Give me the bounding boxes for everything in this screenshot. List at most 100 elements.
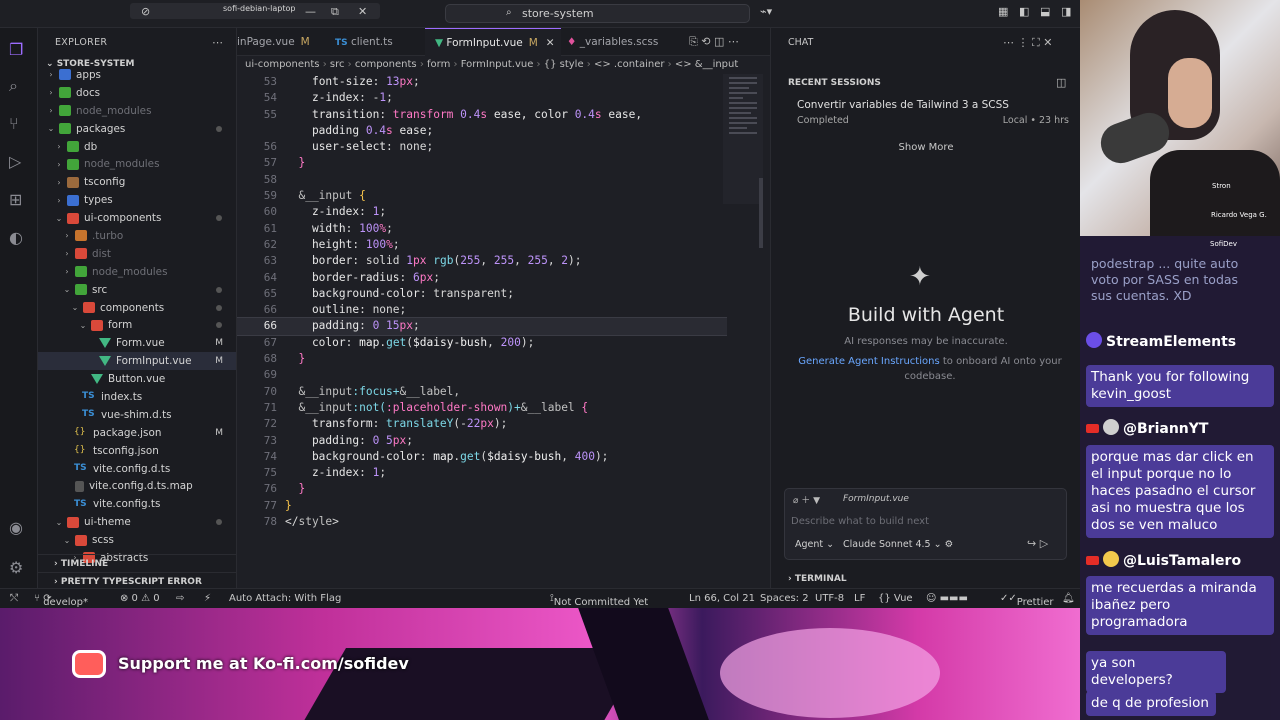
code-line[interactable]: 78 </style> [237, 514, 727, 528]
breadcrumb-item[interactable]: ui-components [245, 59, 320, 70]
search-icon[interactable]: ⌕ [9, 76, 18, 96]
tree-item[interactable]: TS vite.config.d.ts [38, 460, 236, 478]
tree-item[interactable]: ⌄ packages [38, 120, 236, 138]
toggle-secondary-icon[interactable]: ◨ [1061, 5, 1071, 18]
breadcrumb-item[interactable]: <> .container [594, 59, 665, 70]
code-line[interactable]: 61 width: 100%; [237, 221, 727, 237]
debug-icon[interactable]: ⇨ [176, 593, 184, 604]
show-more-button[interactable]: Show More [771, 142, 1081, 153]
layout-off-icon[interactable]: ⊘ [141, 5, 150, 18]
tree-item[interactable]: › types [38, 191, 236, 209]
code-line[interactable]: 69 [237, 367, 727, 383]
editor-scrollbar[interactable] [759, 178, 763, 248]
code-line[interactable]: 77} [237, 498, 727, 514]
code-line[interactable]: 66 padding: 0 15px; [237, 317, 727, 336]
tree-item[interactable]: Form.vue M [38, 334, 236, 352]
tab-forminput[interactable]: ▼ FormInput.vue M ✕ [425, 28, 561, 56]
tree-item[interactable]: FormInput.vue M [38, 352, 236, 371]
breadcrumb-item[interactable]: src [330, 59, 345, 70]
chat-input[interactable]: Describe what to build next [791, 516, 929, 527]
chat-actions-icon[interactable]: ⋯ ⋮ ⛶ ✕ [1003, 36, 1052, 50]
code-line[interactable]: 72 transform: translateY(-22px); [237, 416, 727, 432]
code-line[interactable]: 58 [237, 172, 727, 188]
code-line[interactable]: 70 &__input:focus+&__label, [237, 384, 727, 400]
tree-item[interactable]: TS index.ts [38, 388, 236, 406]
close-tab-icon[interactable]: ✕ [546, 37, 555, 49]
open-changes-icon[interactable]: ⎘ ⟲ ◫ ⋯ [689, 35, 739, 49]
code-line[interactable]: 68 } [237, 351, 727, 367]
language-status[interactable]: {} Vue [878, 593, 913, 604]
tab-client[interactable]: TS client.ts [335, 28, 425, 56]
breadcrumb-item[interactable]: {} style [544, 59, 584, 70]
mode-dropdown[interactable]: Agent ⌄ [795, 539, 834, 550]
branch-status[interactable]: ⑂ develop* ⟳ [34, 593, 88, 608]
notifications-icon[interactable]: 🔔︎ [1062, 593, 1075, 604]
tree-item[interactable]: › docs [38, 84, 236, 102]
session-title[interactable]: Convertir variables de Tailwind 3 a SCSS [797, 99, 1009, 111]
tree-item[interactable]: ⌄ src [38, 281, 236, 299]
tree-item[interactable]: › db [38, 138, 236, 156]
toggle-sidebar-icon[interactable]: ◧ [1019, 5, 1029, 18]
auto-attach-status[interactable]: Auto Attach: With Flag [229, 593, 341, 604]
tree-item[interactable]: ⌄ ui-theme [38, 513, 236, 531]
settings-gear-icon[interactable]: ⚙ [9, 558, 23, 577]
code-line[interactable]: 73 padding: 0 5px; [237, 433, 727, 449]
copilot-status-icon[interactable]: ☺ ▬▬▬ [926, 593, 968, 604]
tab-variables[interactable]: ♦ _variables.scss [567, 28, 677, 56]
tree-item[interactable]: ⌄ ui-components [38, 209, 236, 227]
tree-item[interactable]: › apps [38, 66, 236, 84]
source-control-icon[interactable]: ⑂ [9, 114, 19, 133]
tree-item[interactable]: › .turbo [38, 227, 236, 245]
tree-item[interactable]: › node_modules [38, 155, 236, 173]
tree-item[interactable]: › node_modules [38, 102, 236, 120]
account-icon[interactable]: ◉ [9, 518, 23, 537]
chat-input-box[interactable]: ⌀ ＋ ▼ FormInput.vue Describe what to bui… [784, 488, 1067, 560]
code-line[interactable]: 60 z-index: 1; [237, 204, 727, 220]
code-line[interactable]: 57 } [237, 155, 727, 171]
code-editor[interactable]: 53 font-size: 13px; 54 z-index: -1; 55 tra… [237, 74, 727, 528]
close-icon[interactable]: ✕ [358, 5, 367, 18]
code-line[interactable]: 53 font-size: 13px; [237, 74, 727, 90]
tree-item[interactable]: vite.config.d.ts.map [38, 477, 236, 495]
eol-status[interactable]: LF [854, 593, 865, 604]
tree-item[interactable]: {} tsconfig.json [38, 442, 236, 460]
command-search[interactable]: ⌕ store-system [445, 4, 750, 23]
maximize-icon[interactable]: ⧉ [331, 5, 339, 19]
pretty-errors-section[interactable]: › PRETTY TYPESCRIPT ERROR [38, 572, 236, 588]
extensions-icon[interactable]: ⊞ [9, 190, 22, 209]
code-line[interactable]: 67 color: map.get($daisy-bush, 200); [237, 335, 727, 351]
copilot-icon[interactable]: ⌁▾ [760, 5, 772, 18]
tree-item[interactable]: › node_modules [38, 263, 236, 281]
lightning-icon[interactable]: ⚡ [204, 593, 211, 604]
tree-item[interactable]: TS vue-shim.d.ts [38, 406, 236, 424]
prettier-status[interactable]: ✓✓ Prettier [1000, 593, 1054, 608]
tree-item[interactable]: Button.vue [38, 370, 236, 388]
breadcrumb-item[interactable]: form [427, 59, 450, 70]
code-line[interactable]: 64 border-radius: 6px; [237, 270, 727, 286]
sessions-toggle-icon[interactable]: ◫ [1056, 76, 1066, 89]
breadcrumb-item[interactable]: <> &__input [675, 59, 738, 70]
code-line[interactable]: 74 background-color: map.get($daisy-bush… [237, 449, 727, 465]
code-line[interactable]: 76 } [237, 481, 727, 497]
timeline-section[interactable]: › TIMELINE [38, 554, 236, 572]
minimize-icon[interactable]: — [305, 5, 316, 18]
code-line[interactable]: 65 background-color: transparent; [237, 286, 727, 302]
send-icon[interactable]: ↪ ▷ [1027, 537, 1048, 550]
tree-item[interactable]: › dist [38, 245, 236, 263]
cursor-position[interactable]: Ln 66, Col 21 [689, 593, 755, 604]
tree-item[interactable]: ⌄ scss [38, 531, 236, 549]
remote-icon[interactable]: ◐ [9, 228, 23, 247]
tree-item[interactable]: TS vite.config.ts [38, 495, 236, 513]
layout-icon[interactable]: ▦ [998, 5, 1008, 18]
code-line[interactable]: 54 z-index: -1; [237, 90, 727, 106]
tree-item[interactable]: ⌄ form [38, 316, 236, 334]
toggle-panel-icon[interactable]: ⬓ [1040, 5, 1050, 18]
remote-status-icon[interactable]: ⤲ [10, 593, 18, 604]
minimap[interactable] [723, 74, 763, 204]
indentation-status[interactable]: Spaces: 2 [760, 593, 809, 604]
code-line[interactable]: 59 &__input { [237, 188, 727, 204]
generate-instructions-link[interactable]: Generate Agent Instructions [798, 356, 939, 367]
code-line[interactable]: 55 transition: transform 0.4s ease, colo… [237, 107, 727, 123]
code-line[interactable]: padding 0.4s ease; [237, 123, 727, 139]
more-actions-icon[interactable]: ⋯ [212, 36, 223, 49]
